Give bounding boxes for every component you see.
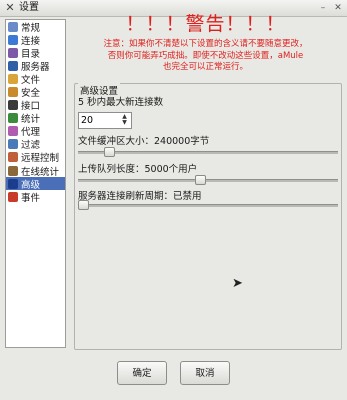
server-refresh-slider[interactable] bbox=[78, 200, 338, 210]
proxy-icon bbox=[8, 126, 18, 137]
sidebar-item-label: 接口 bbox=[21, 101, 41, 113]
sidebar-item[interactable]: 代理 bbox=[6, 125, 65, 138]
sidebar-item-label: 目录 bbox=[21, 48, 41, 60]
warning-title: ！！！警告！！！ bbox=[125, 13, 286, 35]
sidebar-item-label: 文件 bbox=[21, 74, 41, 86]
sidebar-item-label: 过滤 bbox=[21, 140, 41, 152]
general-icon bbox=[8, 21, 18, 32]
cancel-button[interactable]: 取消 bbox=[180, 361, 230, 385]
events-icon bbox=[8, 191, 18, 202]
warning-text: 注意：如果你不清楚以下设置的含义请不要随意更改， 否则你可能弄巧成拙。即使不改动… bbox=[68, 39, 343, 74]
sidebar-item[interactable]: 常规 bbox=[6, 20, 65, 34]
sidebar-item-label: 事件 bbox=[21, 192, 41, 204]
sidebar-item[interactable]: 服务器 bbox=[6, 59, 65, 73]
sidebar-item-label: 统计 bbox=[21, 114, 41, 126]
sidebar-item-label: 连接 bbox=[21, 35, 41, 47]
file-buffer-slider[interactable] bbox=[78, 147, 338, 157]
sidebar-item[interactable]: 目录 bbox=[6, 46, 65, 60]
warning-line-1: 注意：如果你不清楚以下设置的含义请不要随意更改， bbox=[103, 39, 308, 49]
sidebar-item-label: 高级 bbox=[21, 179, 41, 191]
settings-wrench-icon: ✕ bbox=[5, 1, 15, 14]
sidebar-item[interactable]: 文件 bbox=[6, 72, 65, 86]
ok-button[interactable]: 确定 bbox=[117, 361, 167, 385]
warning-line-2: 否则你可能弄巧成拙。即使不改动这些设置，aMule bbox=[107, 50, 304, 61]
sidebar-item[interactable]: 过滤 bbox=[6, 138, 65, 151]
slider-track bbox=[78, 204, 338, 207]
remote-control-icon bbox=[8, 152, 18, 163]
window-title: 设置 bbox=[19, 2, 39, 13]
sidebar-item[interactable]: 统计 bbox=[6, 112, 65, 125]
sidebar-item[interactable]: 接口 bbox=[6, 99, 65, 112]
slider-thumb[interactable] bbox=[195, 175, 207, 185]
sidebar-item[interactable]: 连接 bbox=[6, 33, 65, 47]
sidebar-item[interactable]: 安全 bbox=[6, 85, 65, 100]
sidebar-item[interactable]: 高级 bbox=[6, 177, 65, 191]
directories-icon bbox=[8, 47, 18, 58]
spin-down-icon[interactable]: ▼ bbox=[119, 120, 130, 126]
sidebar-item[interactable]: 远程控制 bbox=[6, 151, 65, 164]
connection-icon bbox=[8, 34, 18, 45]
sidebar-item-label: 服务器 bbox=[21, 61, 50, 73]
sidebar-item-label: 远程控制 bbox=[21, 153, 60, 165]
mouse-pointer-icon: ➤ bbox=[232, 276, 243, 291]
advanced-settings-group: 高级设置 5 秒内最大新连接数 ▲ ▼ 文件缓冲区大小：240000字节 上传队… bbox=[74, 83, 342, 350]
online-stats-icon bbox=[8, 165, 18, 176]
advanced-icon bbox=[8, 178, 18, 189]
max-new-connections-label: 5 秒内最大新连接数 bbox=[78, 97, 164, 108]
security-icon bbox=[8, 87, 18, 98]
upload-queue-label: 上传队列长度：5000个用户 bbox=[78, 164, 198, 175]
sidebar-item[interactable]: 事件 bbox=[6, 190, 65, 204]
slider-thumb[interactable] bbox=[104, 147, 116, 157]
sidebar-item-label: 常规 bbox=[21, 22, 41, 34]
filter-icon bbox=[8, 139, 18, 150]
slider-track bbox=[78, 179, 338, 182]
sidebar-item-label: 在线统计 bbox=[21, 166, 60, 178]
preferences-category-list[interactable]: 常规 连接 目录 服务器 文件安全 接口 统计 代理 过滤 远程控制 在线统计 高级 事件 bbox=[5, 19, 66, 348]
server-icon bbox=[8, 60, 18, 71]
sidebar-item[interactable]: 在线统计 bbox=[6, 164, 65, 178]
slider-track bbox=[78, 151, 338, 154]
warning-line-3: 也完全可以正常运行。 bbox=[162, 62, 248, 72]
files-icon bbox=[8, 73, 18, 84]
advanced-settings-panel: ！！！警告！！！ 注意：如果你不清楚以下设置的含义请不要随意更改， 否则你可能弄… bbox=[68, 8, 343, 350]
max-new-connections-spinner[interactable]: ▲ ▼ bbox=[78, 112, 132, 129]
max-new-connections-input[interactable] bbox=[81, 114, 115, 126]
upload-queue-slider[interactable] bbox=[78, 175, 338, 185]
file-buffer-label: 文件缓冲区大小：240000字节 bbox=[78, 136, 210, 147]
sidebar-item-label: 安全 bbox=[21, 88, 41, 100]
gui-icon bbox=[8, 100, 18, 111]
sidebar-item-label: 代理 bbox=[21, 127, 41, 139]
statistics-icon bbox=[8, 113, 18, 124]
slider-thumb[interactable] bbox=[78, 200, 90, 210]
